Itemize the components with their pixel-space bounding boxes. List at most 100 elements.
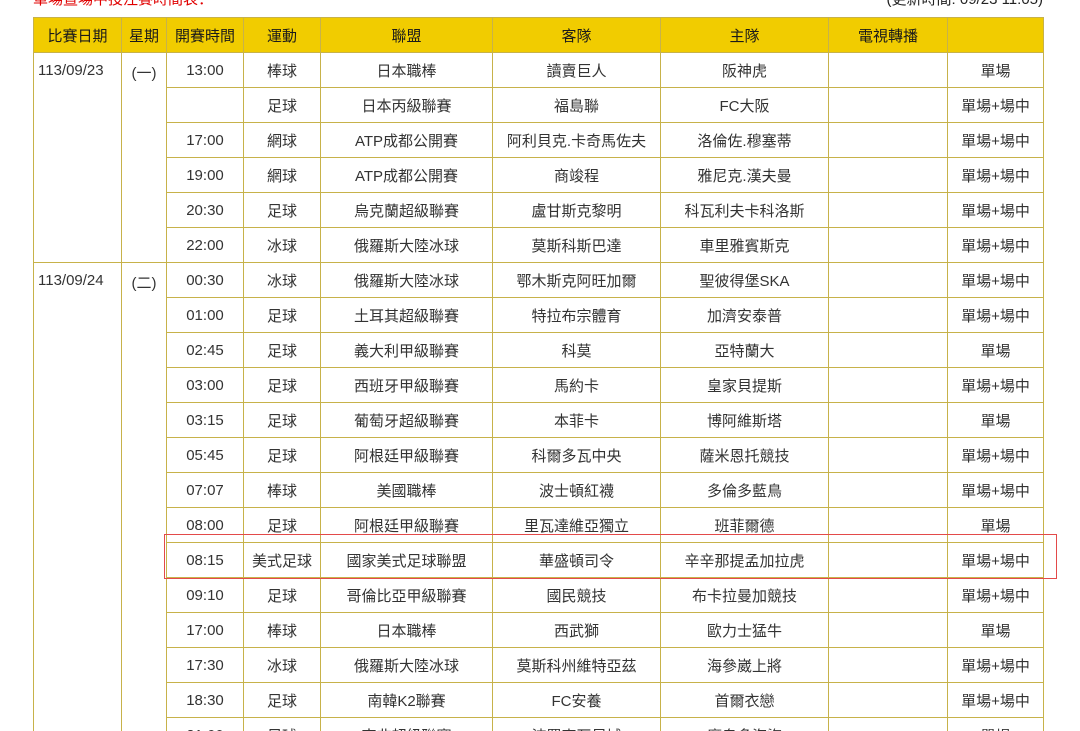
game-time: 17:30 <box>166 647 244 683</box>
game-league: 西班牙甲級聯賽 <box>320 367 493 403</box>
bet-type: 單場+場中 <box>947 122 1044 158</box>
game-time: 07:07 <box>166 472 244 508</box>
home-team: 辛辛那提孟加拉虎 <box>660 542 829 578</box>
game-league: 俄羅斯大陸冰球 <box>320 262 493 298</box>
tv-broadcast <box>828 52 948 88</box>
game-league: 南非超級聯賽 <box>320 717 493 731</box>
bet-type: 單場+場中 <box>947 682 1044 718</box>
table-row: 09:10 足球 哥倫比亞甲級聯賽 國民競技 布卡拉曼加競技 單場+場中 <box>34 577 1044 613</box>
home-team: 亞特蘭大 <box>660 332 829 368</box>
away-team: 馬約卡 <box>492 367 661 403</box>
schedule-page: 單場暨場中投注賽時間表： (更新時間: 09/23 11:05) 比賽日期 星期… <box>0 0 1080 731</box>
away-team: 特拉布宗體育 <box>492 297 661 333</box>
away-team: 福島聯 <box>492 87 661 123</box>
col-header-sport: 運動 <box>243 17 321 53</box>
table-row: 21:00足球南非超級聯賽波羅克瓦尼城魔鬼多海盜 單場 <box>34 717 1044 731</box>
game-sport: 冰球 <box>243 647 321 683</box>
bet-type: 單場+場中 <box>947 647 1044 683</box>
game-league: 日本職棒 <box>320 52 493 88</box>
bet-type: 單場+場中 <box>947 157 1044 193</box>
col-header-league: 聯盟 <box>320 17 493 53</box>
away-team: FC安養 <box>492 682 661 718</box>
away-team: 莫斯科斯巴達 <box>492 227 661 263</box>
game-time: 03:00 <box>166 367 244 403</box>
table-row: 05:45 足球 阿根廷甲級聯賽 科爾多瓦中央 薩米恩托競技 單場+場中 <box>34 437 1044 473</box>
home-team: 科瓦利夫卡科洛斯 <box>660 192 829 228</box>
game-time: 13:00 <box>166 52 244 88</box>
away-team: 鄂木斯克阿旺加爾 <box>492 262 661 298</box>
game-sport: 冰球 <box>243 262 321 298</box>
away-team: 華盛頓司令 <box>492 542 661 578</box>
update-time: (更新時間: 09/23 11:05) <box>887 0 1043 9</box>
bet-type: 單場+場中 <box>947 367 1044 403</box>
table-row: 113/09/23 (一) 13:00 棒球 日本職棒 讀賣巨人 阪神虎 單場 <box>33 52 1044 263</box>
away-team: 本菲卡 <box>492 402 661 438</box>
game-time: 08:15 <box>166 542 244 578</box>
away-team: 盧甘斯克黎明 <box>492 192 661 228</box>
away-team: 莫斯科州維特亞茲 <box>492 647 661 683</box>
game-league: 日本丙級聯賽 <box>320 87 493 123</box>
away-team: 科爾多瓦中央 <box>492 437 661 473</box>
tv-broadcast <box>828 717 948 731</box>
away-team: 商竣程 <box>492 157 661 193</box>
game-sport: 足球 <box>243 682 321 718</box>
game-time: 09:10 <box>166 577 244 613</box>
game-league: 阿根廷甲級聯賽 <box>320 437 493 473</box>
tv-broadcast <box>828 437 948 473</box>
table-row: 03:15 足球 葡萄牙超級聯賽 本菲卡 博阿維斯塔 單場 <box>34 402 1044 438</box>
home-team: 班菲爾德 <box>660 507 829 543</box>
away-team: 波羅克瓦尼城 <box>492 717 661 731</box>
col-header-date: 比賽日期 <box>33 17 122 53</box>
game-sport: 足球 <box>243 332 321 368</box>
table-row: 08:15 美式足球 國家美式足球聯盟 華盛頓司令 辛辛那提孟加拉虎 單場+場中 <box>34 542 1044 578</box>
match-weekday: (一) <box>121 52 167 263</box>
bet-type: 單場 <box>947 332 1044 368</box>
away-team: 西武獅 <box>492 612 661 648</box>
bet-type: 單場 <box>947 52 1044 88</box>
tv-broadcast <box>828 577 948 613</box>
bet-type: 單場 <box>947 717 1044 731</box>
game-league: ATP成都公開賽 <box>320 157 493 193</box>
match-weekday: (二) <box>121 262 167 731</box>
bet-type: 單場+場中 <box>947 577 1044 613</box>
home-team: 阪神虎 <box>660 52 829 88</box>
tv-broadcast <box>828 262 948 298</box>
game-sport: 足球 <box>243 402 321 438</box>
home-team: 聖彼得堡SKA <box>660 262 829 298</box>
game-sport: 棒球 <box>243 612 321 648</box>
game-time: 21:00 <box>166 717 244 731</box>
game-time: 08:00 <box>166 507 244 543</box>
away-team: 阿利貝克.卡奇馬佐夫 <box>492 122 661 158</box>
home-team: 皇家貝提斯 <box>660 367 829 403</box>
table-row: 113/09/24 (二) 00:30 冰球 俄羅斯大陸冰球 鄂木斯克阿旺加爾 聖彼得堡SK… <box>33 262 1044 731</box>
home-team: 多倫多藍鳥 <box>660 472 829 508</box>
table-row: 17:30 冰球 俄羅斯大陸冰球 莫斯科州維特亞茲 海參崴上將 單場+場中 <box>34 647 1044 683</box>
bet-type: 單場 <box>947 402 1044 438</box>
game-time: 05:45 <box>166 437 244 473</box>
tv-broadcast <box>828 612 948 648</box>
game-time: 20:30 <box>166 192 244 228</box>
bet-type: 單場+場中 <box>947 437 1044 473</box>
game-time: 17:00 <box>166 122 244 158</box>
game-league: 哥倫比亞甲級聯賽 <box>320 577 493 613</box>
schedule-body: 113/09/23 (一) 13:00 棒球 日本職棒 讀賣巨人 阪神虎 單場 足球 日本丙級聯賽… <box>33 52 1044 731</box>
game-sport: 足球 <box>243 87 321 123</box>
away-team: 讀賣巨人 <box>492 52 661 88</box>
table-row: 18:30 足球 南韓K2聯賽 FC安養 首爾衣戀 單場+場中 <box>34 682 1044 718</box>
home-team: 歐力士猛牛 <box>660 612 829 648</box>
bet-type: 單場+場中 <box>947 542 1044 578</box>
away-team: 波士頓紅襪 <box>492 472 661 508</box>
game-league: 葡萄牙超級聯賽 <box>320 402 493 438</box>
tv-broadcast <box>828 297 948 333</box>
schedule-table: 比賽日期 星期 開賽時間 運動 聯盟 客隊 主隊 電視轉播 113/09/23(… <box>33 17 1044 731</box>
home-team: 洛倫佐.穆塞蒂 <box>660 122 829 158</box>
game-sport: 美式足球 <box>243 542 321 578</box>
game-time: 01:00 <box>166 297 244 333</box>
game-sport: 網球 <box>243 157 321 193</box>
bet-type: 單場+場中 <box>947 192 1044 228</box>
game-time: 22:00 <box>166 227 244 263</box>
header-row: 比賽日期 星期 開賽時間 運動 聯盟 客隊 主隊 電視轉播 <box>33 17 1044 53</box>
game-league: 義大利甲級聯賽 <box>320 332 493 368</box>
game-time: 17:00 <box>166 612 244 648</box>
table-row: 17:00 網球 ATP成都公開賽 阿利貝克.卡奇馬佐夫 洛倫佐.穆塞蒂 單場+場中 <box>34 122 1044 158</box>
